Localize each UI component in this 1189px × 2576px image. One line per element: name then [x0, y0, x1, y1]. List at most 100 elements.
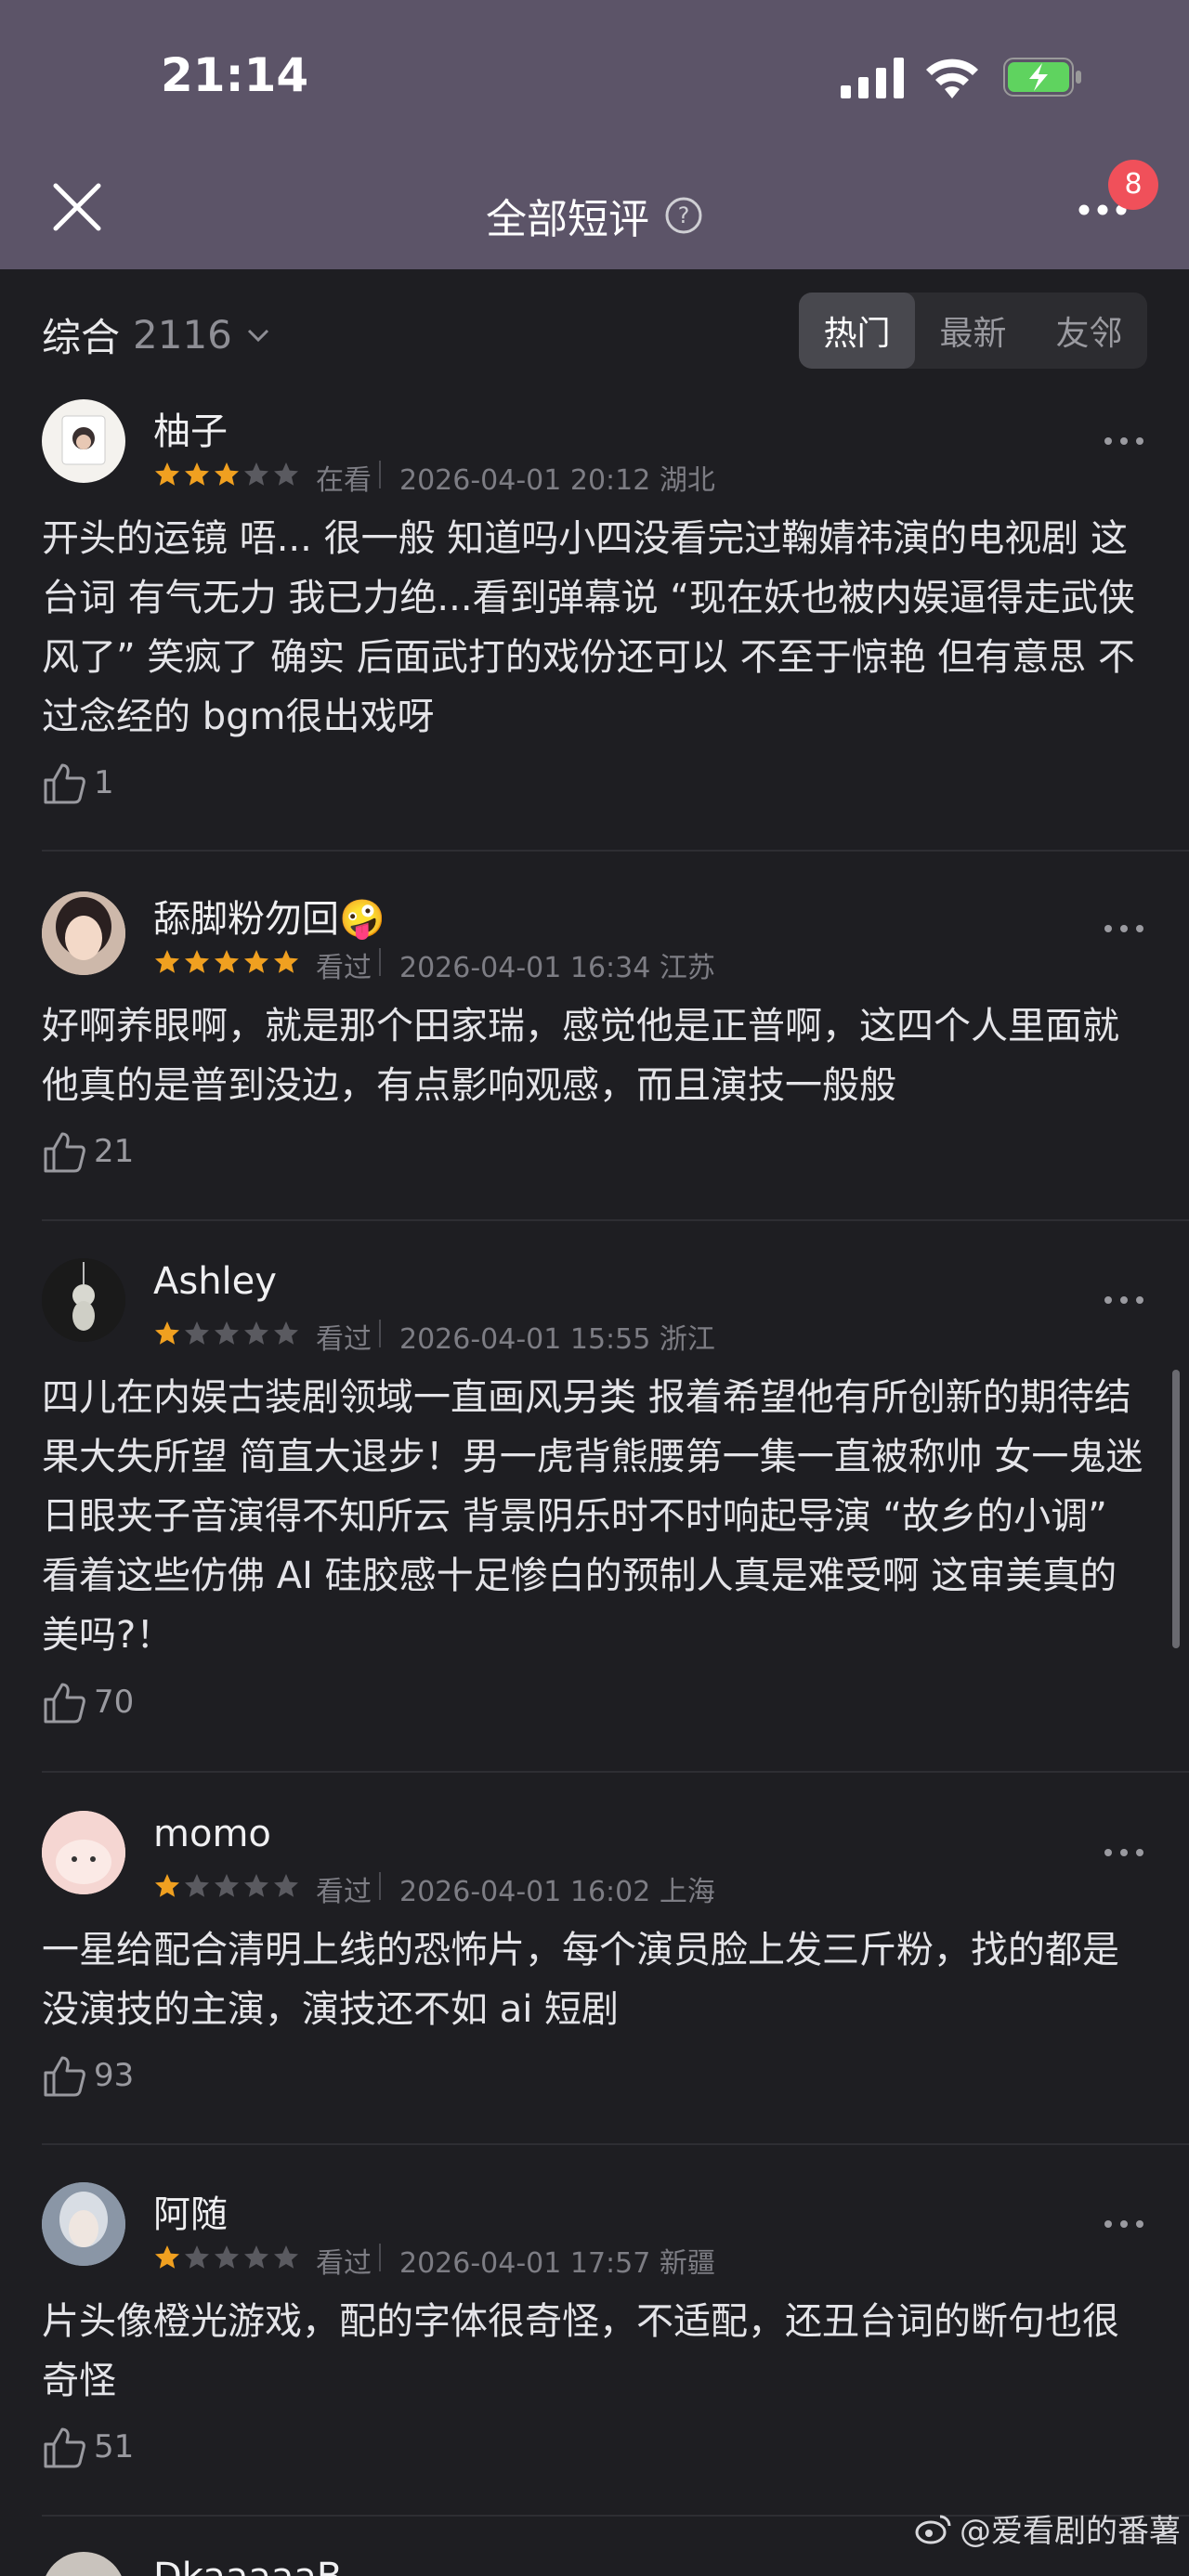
username[interactable]: Ashley: [153, 1260, 277, 1303]
username[interactable]: momo: [153, 1813, 271, 1855]
review-content: 一星给配合清明上线的恐怖片，每个演员脸上发三斤粉，找的都是没演技的主演，演技还不…: [42, 1929, 1119, 2031]
sort-dropdown[interactable]: 综合 2116: [42, 306, 271, 363]
watermark-text: @爱看剧的番薯: [960, 2513, 1181, 2550]
rating-stars: [153, 948, 300, 976]
watch-status: 看过: [316, 1323, 372, 1356]
divider: [42, 2143, 1189, 2145]
star-empty-icon: [274, 1874, 298, 1897]
review-time-location: 2026-04-01 16:34 江苏: [399, 952, 715, 984]
more-options-icon[interactable]: [1101, 432, 1147, 450]
watch-status: 看过: [316, 1876, 372, 1908]
username[interactable]: 阿随: [153, 2184, 228, 2238]
star-empty-icon: [244, 2245, 268, 2269]
review-content: 片头像橙光游戏，配的字体很奇怪，不适配，还丑台词的断句也很奇怪: [42, 2300, 1119, 2402]
review-time-location: 2026-04-01 15:55 浙江: [399, 1323, 715, 1356]
notification-badge: 8: [1108, 160, 1158, 210]
watch-status: 看过: [316, 952, 372, 984]
review-item: 舔脚粉勿回🤪 看过 2026-04-01 16:34 江苏 好啊养眼啊，就是那个…: [0, 878, 1189, 1221]
battery-charging-icon: [1003, 58, 1081, 97]
avatar[interactable]: [42, 399, 125, 483]
svg-text:?: ?: [678, 202, 690, 228]
review-item: momo 看过 2026-04-01 16:02 上海 一星给配合清明上线的恐怖…: [0, 1802, 1189, 2145]
like-button[interactable]: 21: [42, 1130, 134, 1173]
review-content: 四儿在内娱古装剧领域一直画风另类 报着希望他有所创新的期待结果大失所望 简直大退…: [42, 1376, 1143, 1657]
tab-friends[interactable]: 友邻: [1031, 293, 1147, 369]
rating-stars: [153, 2244, 300, 2271]
like-count: 1: [94, 764, 114, 801]
avatar[interactable]: [42, 2552, 125, 2576]
star-empty-icon: [185, 2245, 209, 2269]
star-filled-icon: [215, 950, 239, 973]
scrollbar[interactable]: [1172, 1370, 1180, 1648]
watch-status: 看过: [316, 2247, 372, 2280]
star-empty-icon: [185, 1874, 209, 1897]
more-options-icon[interactable]: [1101, 1843, 1147, 1862]
rating-stars: [153, 1320, 300, 1347]
divider: [42, 850, 1189, 852]
username[interactable]: 舔脚粉勿回🤪: [153, 889, 385, 943]
star-empty-icon: [185, 1321, 209, 1345]
divider: [379, 1320, 381, 1347]
star-filled-icon: [244, 950, 268, 973]
star-empty-icon: [274, 2245, 298, 2269]
star-empty-icon: [215, 2245, 239, 2269]
sort-label: 综合: [42, 315, 121, 360]
username[interactable]: 柚子: [153, 401, 228, 455]
tab-latest[interactable]: 最新: [915, 293, 1031, 369]
star-empty-icon: [244, 462, 268, 486]
star-empty-icon: [244, 1874, 268, 1897]
wifi-icon: [926, 59, 978, 98]
status-bar: 21:14: [0, 0, 1189, 149]
watermark: @爱看剧的番薯: [915, 2505, 1181, 2551]
divider: [379, 2244, 381, 2271]
clock-time: 21:14: [161, 48, 309, 102]
more-options-icon[interactable]: [1101, 1291, 1147, 1309]
tab-hot[interactable]: 热门: [799, 293, 915, 369]
star-filled-icon: [185, 950, 209, 973]
thumbs-up-icon: [44, 2427, 85, 2468]
help-icon[interactable]: ?: [664, 196, 703, 235]
star-filled-icon: [155, 1874, 179, 1897]
cellular-signal-icon: [841, 58, 904, 98]
divider: [42, 1771, 1189, 1773]
star-filled-icon: [274, 950, 298, 973]
more-options-icon[interactable]: [1101, 2215, 1147, 2233]
like-count: 21: [94, 1133, 135, 1170]
review-time-location: 2026-04-01 16:02 上海: [399, 1876, 715, 1908]
divider: [42, 1219, 1189, 1221]
like-count: 70: [94, 1684, 135, 1721]
review-item: Ashley 看过 2026-04-01 15:55 浙江 四儿在内娱古装剧领域…: [0, 1249, 1189, 1773]
rating-stars: [153, 1872, 300, 1900]
star-filled-icon: [215, 462, 239, 486]
star-filled-icon: [155, 1321, 179, 1345]
star-empty-icon: [215, 1321, 239, 1345]
avatar[interactable]: [42, 2182, 125, 2266]
title-bar: 全部短评 ? 8: [0, 149, 1189, 269]
star-filled-icon: [155, 950, 179, 973]
avatar[interactable]: [42, 1258, 125, 1342]
review-item: 柚子 在看 2026-04-01 20:12 湖北 开头的运镜 唔... 很一般…: [0, 390, 1189, 854]
like-button[interactable]: 1: [42, 761, 114, 804]
like-count: 51: [94, 2428, 135, 2465]
thumbs-up-icon: [44, 2056, 85, 2097]
review-total-count: 2116: [133, 312, 232, 358]
username[interactable]: DkaaaaaB: [153, 2556, 342, 2576]
more-options-icon[interactable]: [1101, 919, 1147, 938]
avatar[interactable]: [42, 891, 125, 975]
like-button[interactable]: 93: [42, 2054, 134, 2097]
review-content: 开头的运镜 唔... 很一般 知道吗小四没看完过鞠婧祎演的电视剧 这台词 有气无…: [42, 517, 1136, 738]
chevron-down-icon: [247, 329, 268, 342]
review-time-location: 2026-04-01 17:57 新疆: [399, 2247, 715, 2280]
divider: [379, 1872, 381, 1900]
weibo-logo-icon: [915, 2515, 951, 2543]
like-button[interactable]: 70: [42, 1681, 134, 1724]
star-filled-icon: [155, 462, 179, 486]
avatar[interactable]: [42, 1811, 125, 1894]
star-empty-icon: [215, 1874, 239, 1897]
rating-stars: [153, 461, 300, 488]
star-filled-icon: [155, 2245, 179, 2269]
filter-bar: 综合 2116 热门 最新 友邻: [0, 269, 1189, 390]
review-content: 好啊养眼啊，就是那个田家瑞，感觉他是正普啊，这四个人里面就他真的是普到没边，有点…: [42, 1005, 1119, 1107]
like-button[interactable]: 51: [42, 2426, 134, 2468]
thumbs-up-icon: [44, 1683, 85, 1724]
